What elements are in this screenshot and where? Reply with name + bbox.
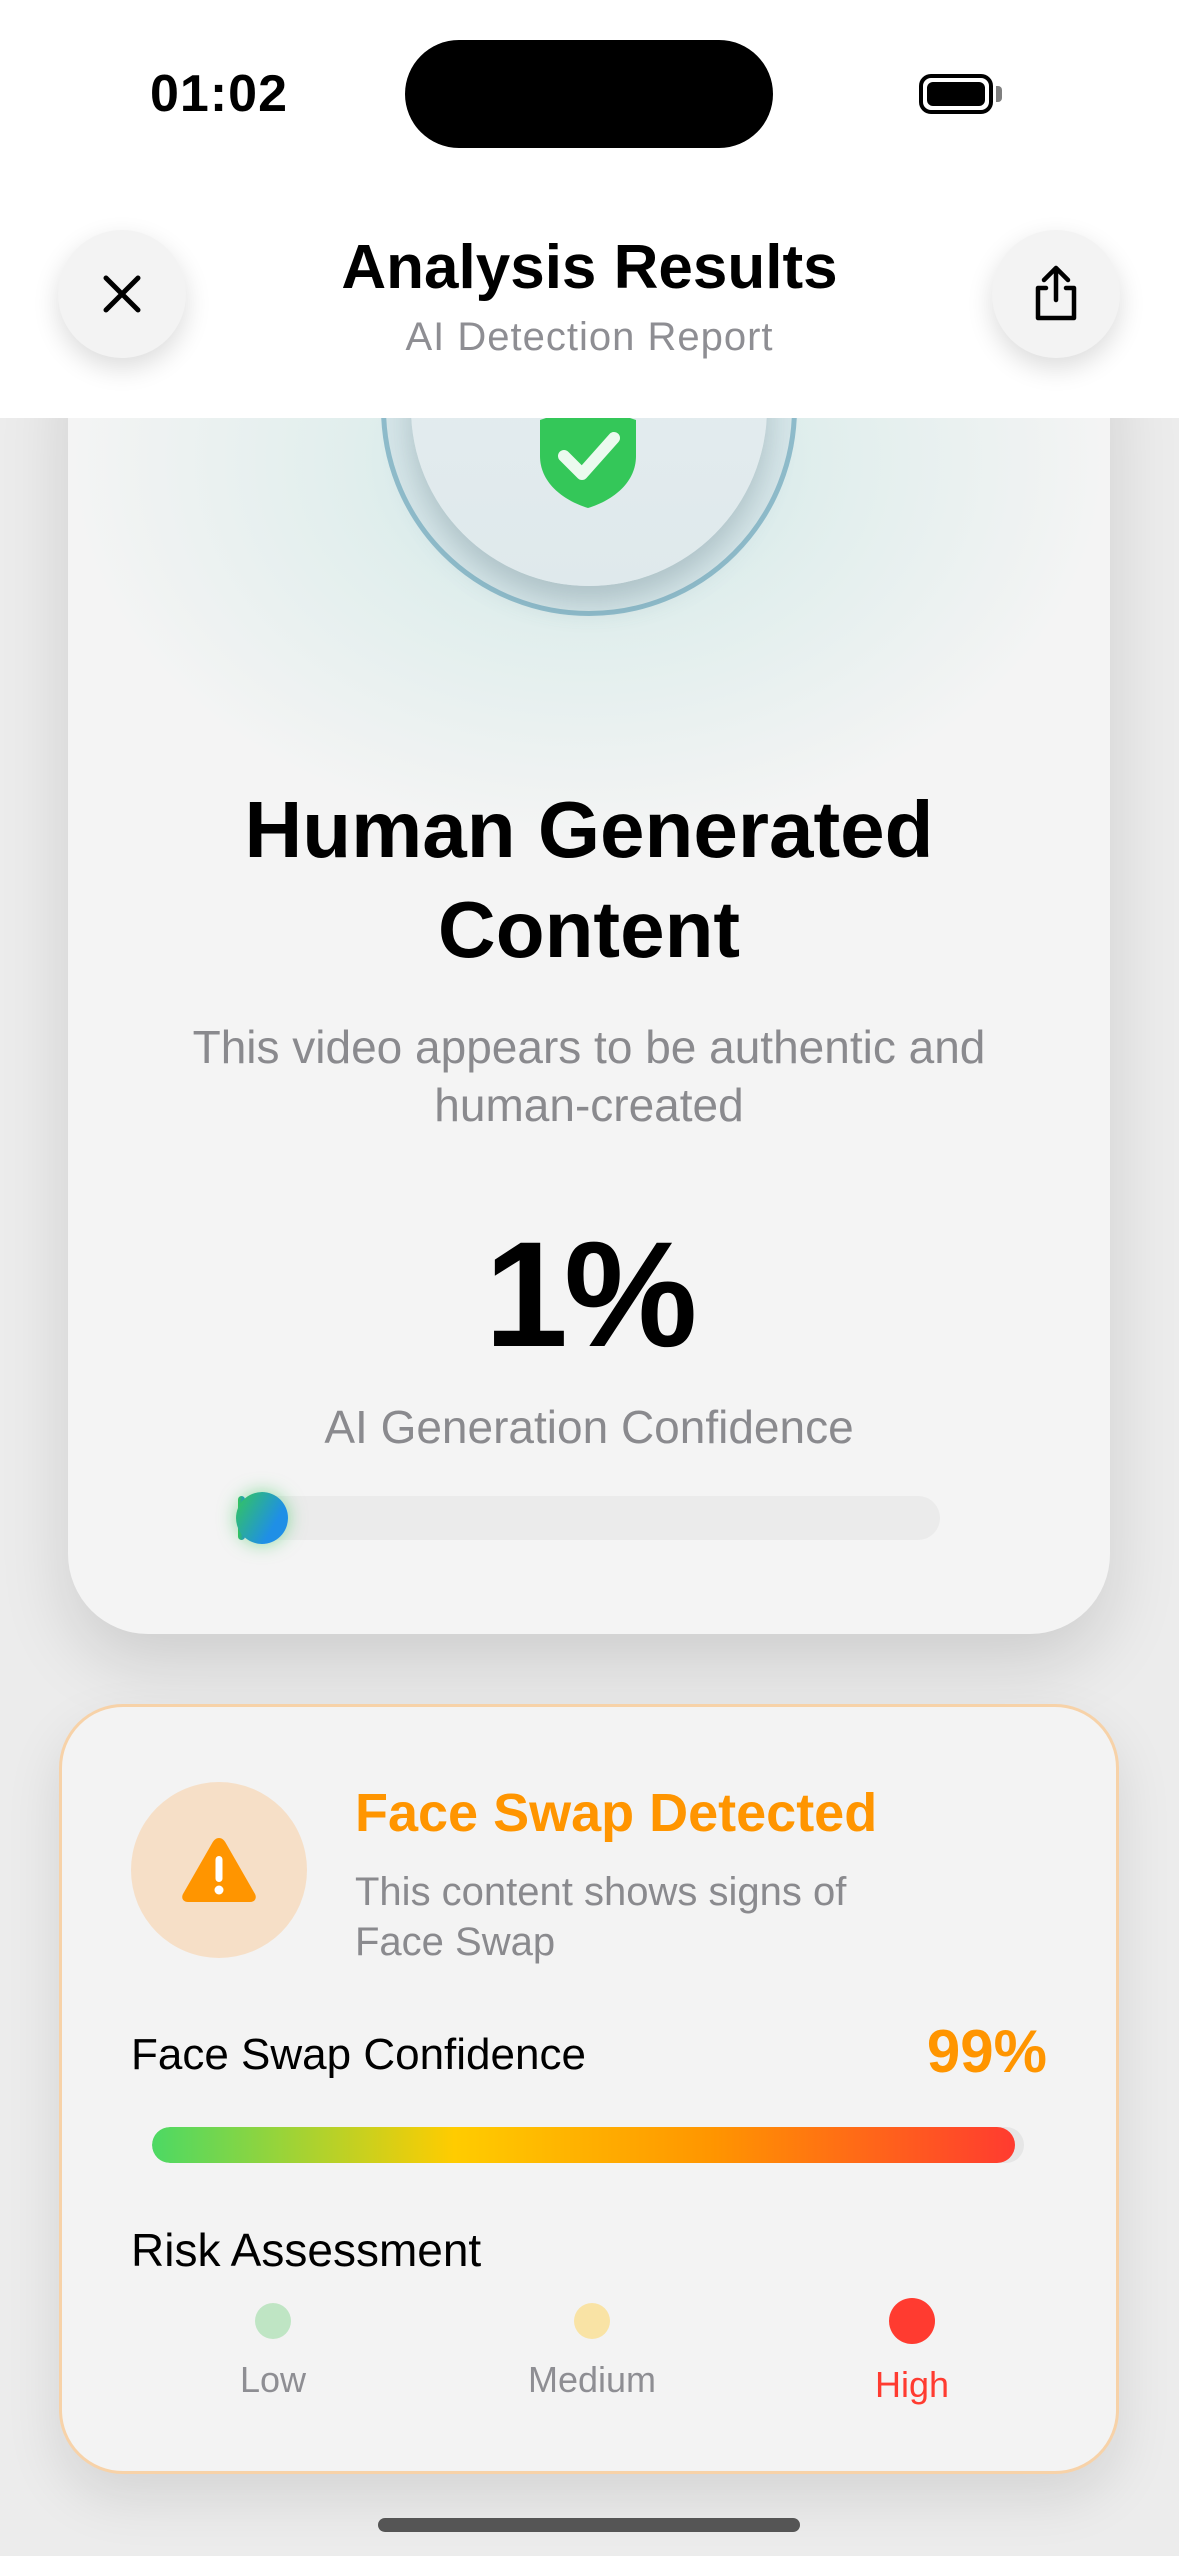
face-swap-confidence-fill: [152, 2127, 1016, 2163]
face-swap-confidence-value: 99%: [926, 2018, 1047, 2085]
result-title: Human Generated Content: [68, 780, 1110, 980]
battery-icon: [919, 74, 993, 114]
share-button[interactable]: [992, 230, 1120, 358]
warning-badge: [131, 1782, 307, 1958]
result-title-line-2: Content: [437, 885, 741, 974]
face-swap-description-line-1: This content shows signs of: [355, 1870, 847, 1914]
risk-level-low: Low: [173, 2303, 373, 2401]
status-bar: 01:02: [0, 0, 1179, 180]
result-description: This video appears to be authentic and h…: [148, 1018, 1030, 1134]
risk-assessment-title: Risk Assessment: [131, 2224, 482, 2276]
face-swap-confidence-label: Face Swap Confidence: [131, 2030, 586, 2079]
dynamic-island: [405, 40, 773, 148]
home-indicator[interactable]: [378, 2518, 800, 2532]
result-title-line-1: Human Generated: [244, 785, 934, 874]
risk-label-high: High: [874, 2364, 950, 2405]
result-description-line-2: human-created: [434, 1079, 744, 1131]
share-icon: [1035, 265, 1077, 321]
risk-dot-medium: [574, 2303, 610, 2339]
risk-level-high: High: [812, 2298, 1012, 2406]
ai-confidence-track: [238, 1496, 940, 1540]
risk-label-medium: Medium: [527, 2359, 657, 2400]
face-swap-confidence-track: [152, 2127, 1024, 2163]
risk-label-low: Low: [239, 2359, 307, 2400]
header: Analysis Results AI Detection Report: [0, 180, 1179, 418]
risk-dot-low: [255, 2303, 291, 2339]
warning-icon: [182, 1838, 256, 1902]
ai-confidence-indicator: [236, 1492, 288, 1544]
battery-cap: [996, 86, 1002, 102]
ai-confidence-percent: 1%: [484, 1210, 698, 1378]
result-card: Human Generated Content This video appea…: [68, 300, 1110, 1634]
status-time: 01:02: [150, 65, 288, 123]
result-description-line-1: This video appears to be authentic and: [192, 1021, 986, 1073]
risk-level-medium: Medium: [492, 2303, 692, 2401]
face-swap-description: This content shows signs of Face Swap: [355, 1867, 955, 1967]
ai-confidence-label: AI Generation Confidence: [324, 1401, 854, 1453]
face-swap-description-line-2: Face Swap: [355, 1920, 556, 1964]
risk-dot-high: [889, 2298, 935, 2344]
face-swap-card: Face Swap Detected This content shows si…: [59, 1704, 1119, 2474]
screen: 01:02 Human Generated Content This video…: [0, 0, 1179, 2556]
face-swap-title: Face Swap Detected: [355, 1783, 878, 1843]
